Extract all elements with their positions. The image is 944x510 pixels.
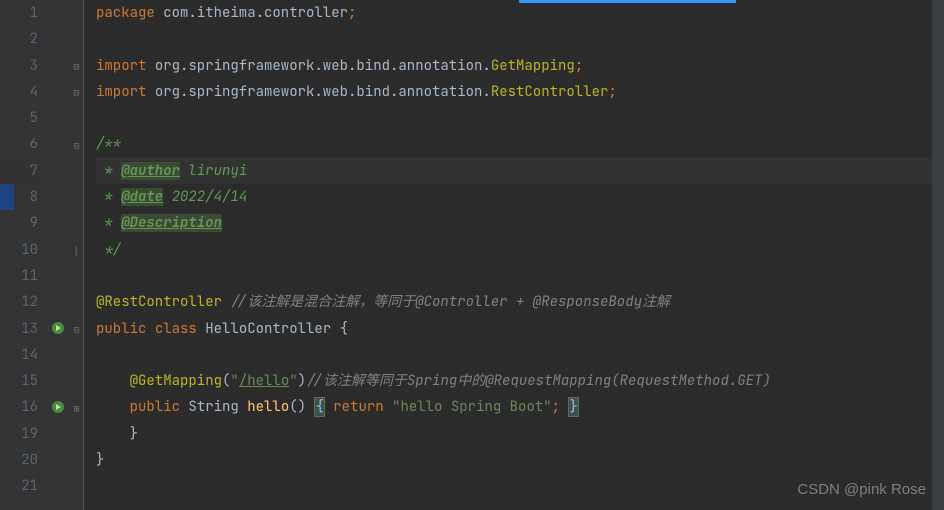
line-number[interactable]: 10 xyxy=(0,237,38,263)
fold-toggle-icon[interactable]: ⊟ xyxy=(71,140,82,151)
line-number[interactable]: 12 xyxy=(0,289,38,315)
line-number[interactable]: 19 xyxy=(0,421,38,447)
line-number[interactable]: 8 xyxy=(0,184,38,210)
line-number[interactable]: 7 xyxy=(0,158,38,184)
code-line xyxy=(96,342,932,368)
fold-toggle-icon[interactable]: ⊟ xyxy=(71,61,82,72)
code-line: /** xyxy=(96,131,932,157)
line-number[interactable]: 20 xyxy=(0,447,38,473)
line-number-gutter[interactable]: 1 2 3 4 5 6 7 8 9 10 11 12 13 14 15 16 1… xyxy=(0,0,48,510)
code-line: @RestController //该注解是混合注解，等同于@Controlle… xyxy=(96,289,932,315)
code-line xyxy=(96,105,932,131)
line-number[interactable]: 1 xyxy=(0,0,38,26)
code-line xyxy=(96,263,932,289)
line-number[interactable]: 11 xyxy=(0,263,38,289)
code-line: @GetMapping("/hello")//该注解等同于Spring中的@Re… xyxy=(96,368,932,394)
fold-end-icon[interactable]: ⌊ xyxy=(71,245,82,256)
code-line xyxy=(96,26,932,52)
code-content[interactable]: package com.itheima.controller; import o… xyxy=(84,0,932,510)
fold-end-icon[interactable]: ⊟ xyxy=(71,87,82,98)
icon-gutter xyxy=(48,0,70,510)
code-editor[interactable]: 1 2 3 4 5 6 7 8 9 10 11 12 13 14 15 16 1… xyxy=(0,0,944,510)
line-number[interactable]: 9 xyxy=(0,210,38,236)
line-number[interactable]: 15 xyxy=(0,368,38,394)
code-line: import org.springframework.web.bind.anno… xyxy=(96,79,932,105)
vertical-scrollbar[interactable] xyxy=(932,0,944,510)
code-line: * @author lirunyi xyxy=(96,158,932,184)
fold-gutter: ⊟ ⊟ ⊟ ⌊ ⊟ ⊞ xyxy=(70,0,84,510)
code-line: } xyxy=(96,421,932,447)
run-method-icon[interactable] xyxy=(50,399,66,415)
line-number[interactable]: 16 xyxy=(0,394,38,420)
fold-toggle-icon[interactable]: ⊞ xyxy=(71,403,82,414)
line-number[interactable]: 13 xyxy=(0,316,38,342)
code-line: package com.itheima.controller; xyxy=(96,0,932,26)
code-line: public class HelloController { xyxy=(96,316,932,342)
run-class-icon[interactable] xyxy=(50,320,66,336)
watermark-text: CSDN @pink Rose xyxy=(797,481,926,498)
line-number[interactable]: 5 xyxy=(0,105,38,131)
code-line: public String hello() { return "hello Sp… xyxy=(96,394,932,420)
line-number[interactable]: 14 xyxy=(0,342,38,368)
code-line: */ xyxy=(96,237,932,263)
line-number[interactable]: 3 xyxy=(0,53,38,79)
line-number[interactable]: 2 xyxy=(0,26,38,52)
line-number[interactable]: 4 xyxy=(0,79,38,105)
code-line: * @date 2022/4/14 xyxy=(96,184,932,210)
code-line: import org.springframework.web.bind.anno… xyxy=(96,53,932,79)
line-number[interactable]: 21 xyxy=(0,473,38,499)
fold-toggle-icon[interactable]: ⊟ xyxy=(71,324,82,335)
line-number[interactable]: 6 xyxy=(0,131,38,157)
code-line: * @Description xyxy=(96,210,932,236)
code-line: } xyxy=(96,447,932,473)
